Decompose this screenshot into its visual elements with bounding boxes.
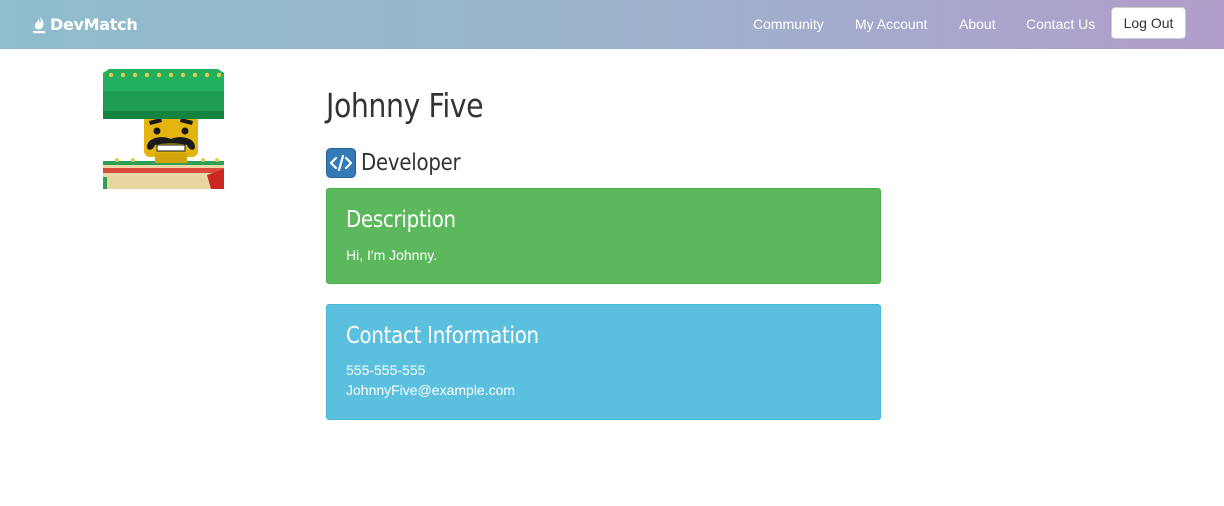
flame-icon <box>33 15 45 34</box>
role-label: Developer <box>361 150 461 176</box>
brand-name: DevMatch <box>50 14 138 34</box>
description-title: Description <box>346 207 456 233</box>
top-navbar: DevMatch Community My Account About Cont… <box>0 0 1224 49</box>
lego-minifigure-avatar-image <box>103 69 224 189</box>
profile-name: Johnny Five <box>326 86 484 125</box>
brand-logo-link[interactable]: DevMatch <box>32 13 138 35</box>
code-icon <box>326 148 356 178</box>
profile-role: Developer <box>326 148 477 178</box>
contact-information-panel: Contact Information 555-555-555 JohnnyFi… <box>326 304 881 420</box>
nav-link-my-account[interactable]: My Account <box>855 16 927 32</box>
contact-phone: 555-555-555 <box>346 362 426 378</box>
contact-email: JohnnyFive@example.com <box>346 382 516 398</box>
nav-link-community[interactable]: Community <box>753 16 824 32</box>
log-out-button[interactable]: Log Out <box>1111 7 1186 39</box>
avatar <box>103 69 224 189</box>
nav-link-contact-us[interactable]: Contact Us <box>1026 16 1095 32</box>
contact-information-title: Contact Information <box>346 323 539 349</box>
nav-link-about[interactable]: About <box>959 16 996 32</box>
description-text: Hi, I'm Johnny. <box>346 247 438 263</box>
description-panel: Description Hi, I'm Johnny. <box>326 188 881 284</box>
